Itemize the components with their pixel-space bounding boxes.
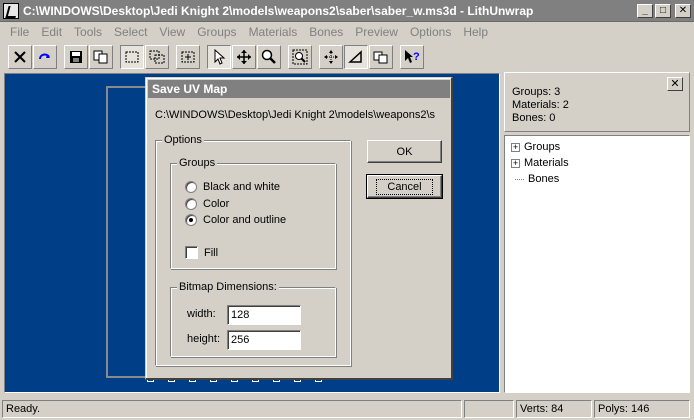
tree-item-bones[interactable]: Bones (505, 171, 689, 187)
flip-icon[interactable] (369, 45, 393, 69)
status-text: Ready. (2, 399, 462, 418)
height-label: height: (187, 333, 221, 345)
status-bar: Ready. Verts: 84 Polys: 146 (0, 397, 694, 420)
menu-options[interactable]: Options (404, 25, 457, 39)
options-groupbox: Options Groups Black and white Color Col… (155, 134, 351, 366)
groups-groupbox: Groups Black and white Color Color and o… (170, 157, 336, 269)
expand-icon[interactable]: + (511, 142, 520, 152)
cancel-button-label: Cancel (376, 178, 433, 195)
maximize-button[interactable]: □ (655, 3, 671, 18)
bitmap-dimensions-label: Bitmap Dimensions: (177, 281, 279, 293)
radio-label: Black and white (203, 181, 281, 193)
menu-bar: File Edit Tools Select View Groups Mater… (0, 22, 694, 42)
scale-icon[interactable] (319, 45, 343, 69)
expand-icon[interactable]: + (511, 158, 520, 168)
bitmap-dimensions-groupbox: Bitmap Dimensions: width: 128 height: 25… (170, 281, 336, 357)
zoom-fit-icon[interactable] (288, 45, 312, 69)
menu-materials[interactable]: Materials (243, 25, 304, 39)
menu-preview[interactable]: Preview (349, 25, 404, 39)
tree-item-label: Materials (524, 157, 569, 169)
status-verts: Verts: 84 (516, 399, 592, 418)
ok-button[interactable]: OK (367, 140, 442, 163)
menu-groups[interactable]: Groups (191, 25, 242, 39)
rotate-icon[interactable] (344, 45, 368, 69)
width-input[interactable]: 128 (227, 305, 301, 325)
tree-item-materials[interactable]: + Materials (505, 155, 689, 171)
copy-icon[interactable] (89, 45, 113, 69)
minimize-button[interactable]: _ (637, 3, 653, 18)
width-label: width: (187, 308, 216, 320)
save-uv-map-dialog: Save UV Map C:\WINDOWS\Desktop\Jedi Knig… (145, 77, 453, 380)
dialog-title: Save UV Map (148, 80, 450, 98)
window-titlebar: C:\WINDOWS\Desktop\Jedi Knight 2\models\… (0, 0, 694, 22)
radio-button[interactable] (185, 198, 197, 210)
tree-item-label: Bones (528, 173, 560, 185)
select-multi-icon[interactable] (145, 45, 169, 69)
radio-black-white[interactable]: Black and white (185, 181, 280, 193)
status-polys: Polys: 146 (594, 399, 690, 418)
tree-item-label: Groups (524, 141, 561, 153)
radio-color-outline[interactable]: Color and outline (185, 214, 286, 226)
radio-color[interactable]: Color (185, 198, 229, 210)
radio-button[interactable] (185, 181, 197, 193)
dialog-file-path: C:\WINDOWS\Desktop\Jedi Knight 2\models\… (155, 109, 436, 121)
groups-label: Groups (177, 157, 218, 169)
materials-count: Materials: 2 (512, 99, 569, 111)
select-rect-icon[interactable] (120, 45, 144, 69)
move-icon[interactable] (232, 45, 256, 69)
zoom-icon[interactable] (257, 45, 281, 69)
menu-view[interactable]: View (153, 25, 191, 39)
tree-line (515, 178, 524, 180)
menu-help[interactable]: Help (457, 25, 494, 39)
fill-checkbox[interactable] (185, 246, 198, 259)
model-tree: + Groups + Materials Bones (504, 135, 690, 393)
toolbar: ? (0, 43, 694, 71)
menu-file[interactable]: File (4, 25, 35, 39)
groups-count: Groups: 3 (512, 86, 561, 98)
bones-count: Bones: 0 (512, 112, 556, 124)
fill-label: Fill (204, 246, 219, 259)
window-title: C:\WINDOWS\Desktop\Jedi Knight 2\models\… (23, 3, 534, 18)
options-label: Options (162, 134, 204, 146)
close-icon[interactable]: ✕ (667, 77, 683, 91)
menu-tools[interactable]: Tools (68, 25, 108, 39)
model-info-panel: ✕ Groups: 3 Materials: 2 Bones: 0 (504, 72, 690, 132)
radio-button[interactable] (185, 214, 197, 226)
pointer-icon[interactable] (207, 45, 231, 69)
tree-item-groups[interactable]: + Groups (505, 139, 689, 155)
cancel-button[interactable]: Cancel (366, 174, 443, 199)
fill-checkbox-row[interactable]: Fill (185, 246, 218, 259)
menu-bones[interactable]: Bones (303, 25, 349, 39)
select-center-icon[interactable] (176, 45, 200, 69)
menu-select[interactable]: Select (108, 25, 153, 39)
save-icon[interactable] (64, 45, 88, 69)
radio-label: Color and outline (203, 214, 287, 226)
close-button[interactable]: ✕ (675, 3, 691, 18)
help-pointer-icon[interactable]: ? (400, 45, 424, 69)
svg-text:?: ? (413, 51, 420, 63)
radio-label: Color (203, 198, 230, 210)
app-icon (3, 2, 19, 19)
redo-icon[interactable] (33, 45, 57, 69)
height-input[interactable]: 256 (227, 330, 301, 350)
delete-icon[interactable] (8, 45, 32, 69)
status-empty (464, 399, 514, 418)
menu-edit[interactable]: Edit (35, 25, 68, 39)
